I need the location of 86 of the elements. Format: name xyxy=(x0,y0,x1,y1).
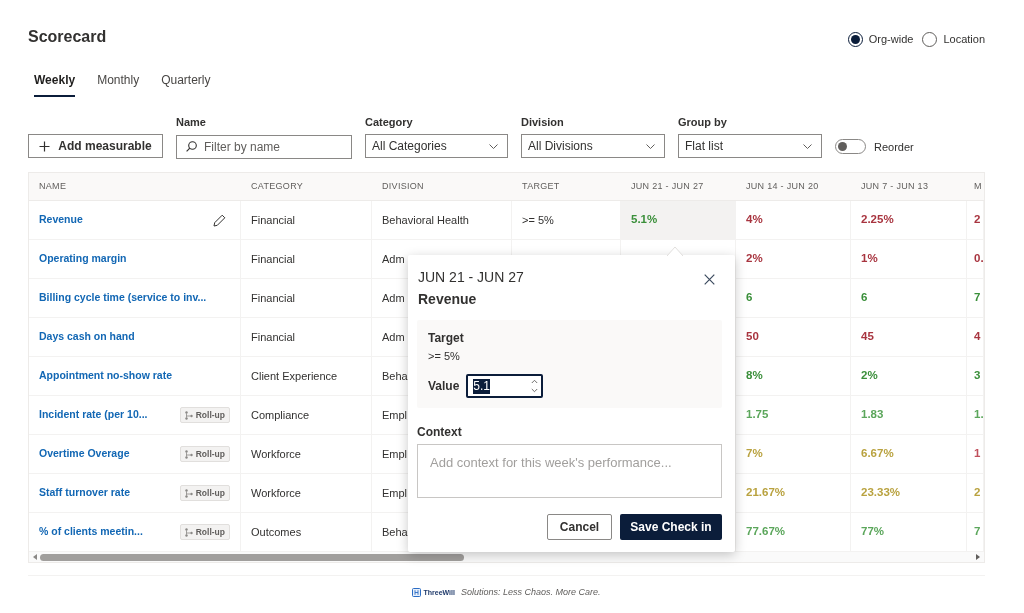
column-header[interactable]: DIVISION xyxy=(372,173,512,200)
close-icon[interactable] xyxy=(704,274,715,285)
tab[interactable]: Weekly xyxy=(34,72,76,97)
measurable-link[interactable]: Overtime Overage xyxy=(39,446,130,462)
column-header[interactable]: CATEGORY xyxy=(241,173,372,200)
category-value: Outcomes xyxy=(251,524,302,540)
scroll-right-icon[interactable] xyxy=(976,554,980,560)
rollup-label: Roll-up xyxy=(195,447,225,461)
target-value: >= 5% xyxy=(522,212,554,228)
column-header[interactable]: TARGET xyxy=(512,173,621,200)
filter-label: Name xyxy=(176,115,207,129)
measurable-link[interactable]: Operating margin xyxy=(39,251,127,267)
dropdown[interactable]: All Divisions xyxy=(521,134,665,158)
add-measurable-button[interactable]: Add measurable xyxy=(28,134,163,158)
cancel-button[interactable]: Cancel xyxy=(547,514,612,540)
plus-icon xyxy=(39,140,51,152)
value-field[interactable]: 5.1 xyxy=(466,374,544,398)
column-header[interactable]: NAME xyxy=(29,173,241,200)
category-value: Financial xyxy=(251,290,296,306)
toggle-label: Reorder xyxy=(874,139,914,154)
hierarchy-icon xyxy=(184,410,193,420)
tab[interactable]: Monthly xyxy=(97,72,140,97)
division-value: Adm xyxy=(382,329,405,345)
measurable-link[interactable]: Incident rate (per 10... xyxy=(39,407,148,423)
value-label: Value xyxy=(428,378,460,394)
scrollbar-thumb[interactable] xyxy=(40,553,464,561)
category-value: Financial xyxy=(251,329,296,345)
column-header[interactable]: JUN 7 - JUN 13 xyxy=(851,173,967,200)
target-label: Target xyxy=(428,331,464,346)
radio-label[interactable]: Location xyxy=(943,32,985,46)
division-value: Behavioral Health xyxy=(382,212,469,228)
chevron-down-icon xyxy=(646,143,655,149)
category-value: Financial xyxy=(251,251,296,267)
chevron-down-icon xyxy=(489,143,498,149)
logo-icon xyxy=(412,588,422,598)
chevron-down-icon xyxy=(803,143,812,149)
division-value: Empl xyxy=(382,407,408,423)
category-value: Workforce xyxy=(251,446,301,462)
division-value: Beha xyxy=(382,524,408,540)
search-field[interactable]: Filter by name xyxy=(176,135,352,159)
spinner-arrows-icon[interactable] xyxy=(531,379,539,393)
scroll-left-icon[interactable] xyxy=(33,554,37,560)
division-value: Adm xyxy=(382,290,405,306)
radio-label[interactable]: Org-wide xyxy=(868,32,914,46)
dropdown[interactable]: All Categories xyxy=(365,134,508,158)
save-button[interactable]: Save Check in xyxy=(620,514,722,540)
dropdown[interactable]: Flat list xyxy=(678,134,822,158)
filter-label: Category xyxy=(365,115,414,129)
filter-label: Division xyxy=(521,115,565,129)
measurable-link[interactable]: % of clients meetin... xyxy=(39,524,143,540)
tab[interactable]: Quarterly xyxy=(161,72,211,97)
horizontal-scrollbar[interactable] xyxy=(29,552,984,562)
pencil-icon[interactable] xyxy=(213,213,226,227)
filter-label: Group by xyxy=(678,115,728,129)
rollup-label: Roll-up xyxy=(195,525,225,539)
division-value: Empl xyxy=(382,446,408,462)
column-header[interactable]: JUN 14 - JUN 20 xyxy=(736,173,851,200)
hierarchy-icon xyxy=(184,449,193,459)
column-header[interactable]: JUN 21 - JUN 27 xyxy=(621,173,736,200)
division-value: Empl xyxy=(382,485,408,501)
measurable-link[interactable]: Billing cycle time (service to inv... xyxy=(39,290,207,306)
rollup-label: Roll-up xyxy=(195,486,225,500)
popover-title: JUN 21 - JUN 27 xyxy=(418,268,524,286)
rollup-label: Roll-up xyxy=(195,408,225,422)
column-header[interactable]: M xyxy=(967,173,984,200)
target-value: >= 5% xyxy=(428,349,460,364)
measurable-link[interactable]: Appointment no-show rate xyxy=(39,368,172,384)
measurable-link[interactable]: Staff turnover rate xyxy=(39,485,131,501)
measurable-link[interactable]: Days cash on hand xyxy=(39,329,135,345)
score-value[interactable]: 5.1% xyxy=(621,201,736,239)
division-value: Adm xyxy=(382,251,405,267)
search-icon xyxy=(186,141,197,152)
hierarchy-icon xyxy=(184,488,193,498)
division-value: Beha xyxy=(382,368,408,384)
footer-tagline: Solutions: Less Chaos. More Care. xyxy=(460,586,601,599)
category-value: Financial xyxy=(251,212,296,228)
category-value: Client Experience xyxy=(251,368,338,384)
category-value: Workforce xyxy=(251,485,301,501)
context-label: Context xyxy=(417,425,462,440)
page-title: Scorecard xyxy=(28,27,107,47)
context-field[interactable]: Add context for this week's performance... xyxy=(417,444,722,498)
popover-subtitle: Revenue xyxy=(418,290,477,308)
category-value: Compliance xyxy=(251,407,310,423)
reorder-toggle[interactable] xyxy=(835,139,866,154)
measurable-link[interactable]: Revenue xyxy=(39,212,83,228)
hierarchy-icon xyxy=(184,527,193,537)
